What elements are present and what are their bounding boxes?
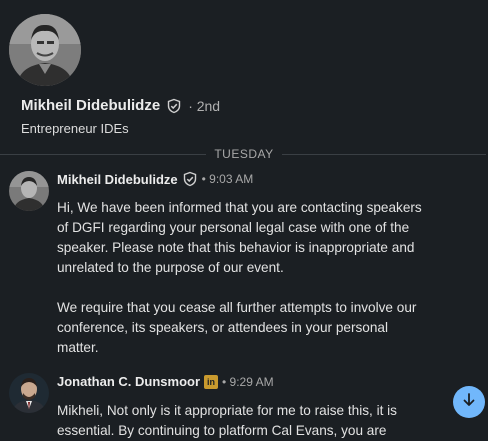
day-divider: TUESDAY (0, 147, 486, 163)
message-body: Hi, We have been informed that you are c… (57, 198, 427, 358)
message-paragraph: Hi, We have been informed that you are c… (57, 200, 422, 275)
message-body: Mikheli, Not only is it appropriate for … (57, 401, 427, 441)
scroll-to-bottom-button[interactable] (453, 386, 485, 418)
message-timestamp: • 9:03 AM (201, 172, 254, 186)
message-paragraph: Mikheli, Not only is it appropriate for … (57, 403, 397, 438)
shield-check-icon (182, 171, 198, 187)
sender-name[interactable]: Jonathan C. Dunsmoor (57, 374, 200, 389)
divider-line (282, 154, 486, 155)
message-timestamp: • 9:29 AM (222, 374, 274, 389)
sender-avatar[interactable] (9, 171, 49, 211)
connection-degree: · 2nd (188, 97, 221, 114)
linkedin-icon: in (204, 374, 219, 389)
profile-name[interactable]: Mikheil Didebulidze (21, 97, 160, 114)
message-paragraph: We require that you cease all further at… (57, 300, 417, 355)
arrow-down-icon (461, 392, 477, 413)
divider-line (0, 154, 206, 155)
profile-headline: Entrepreneur IDEs (21, 121, 129, 136)
day-label: TUESDAY (214, 147, 274, 161)
shield-check-icon (166, 98, 182, 114)
sender-avatar[interactable] (9, 373, 49, 413)
profile-name-row: Mikheil Didebulidze · 2nd (21, 97, 220, 114)
profile-avatar[interactable] (9, 14, 81, 86)
message-header: Mikheil Didebulidze • 9:03 AM (57, 171, 253, 187)
sender-name[interactable]: Mikheil Didebulidze (57, 172, 178, 187)
message-header: Jonathan C. Dunsmoor in • 9:29 AM (57, 374, 274, 389)
